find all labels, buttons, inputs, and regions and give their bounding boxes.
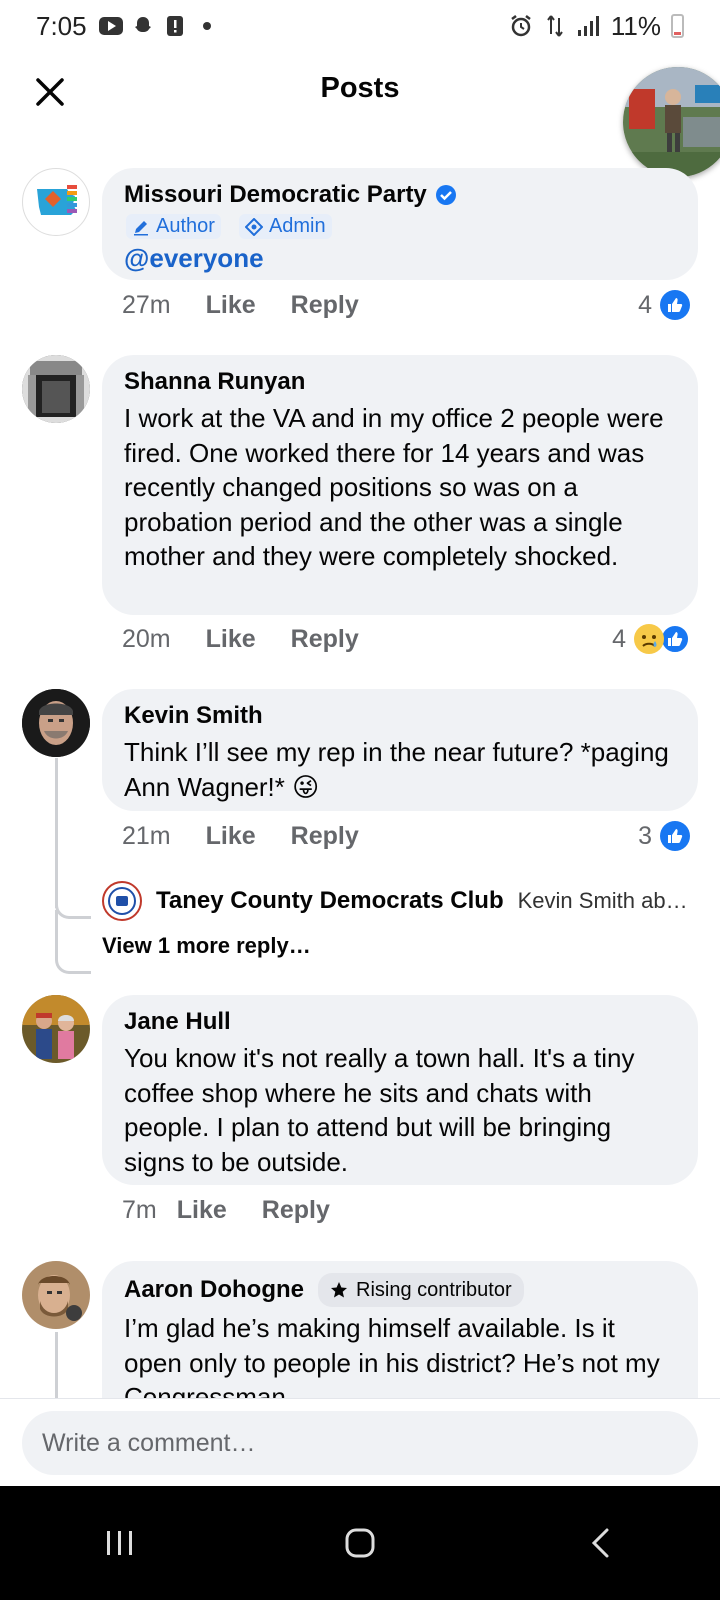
avatar[interactable] (22, 1261, 90, 1329)
reaction-count: 4 (612, 624, 626, 653)
comment-text[interactable]: @everyone (124, 243, 676, 274)
like-button[interactable]: Like (206, 822, 256, 851)
comment-time[interactable]: 20m (122, 625, 171, 654)
header: Posts (0, 52, 720, 177)
reply-author: Taney County Democrats Club (156, 887, 504, 914)
badge-label: Rising contributor (356, 1279, 512, 1301)
comment-text: Think I’ll see my rep in the near future… (124, 737, 669, 802)
reaction-summary[interactable]: 4 (638, 290, 690, 320)
status-bar: 7:05 11% (0, 0, 720, 52)
sad-reaction-icon (634, 624, 664, 654)
like-button[interactable]: Like (206, 291, 256, 320)
dot-icon (195, 15, 219, 37)
comment-author-row: Shanna Runyan (124, 367, 676, 397)
reply-snippet: Kevin Smith abou… (517, 888, 698, 913)
alert-icon (163, 15, 187, 37)
comment-author-row: Aaron Dohogne Rising contributor (124, 1273, 676, 1307)
back-button[interactable] (560, 1513, 640, 1573)
like-button[interactable]: Like (177, 1196, 227, 1225)
snapchat-icon (131, 15, 155, 37)
recent-apps-icon (107, 1531, 132, 1555)
home-icon (345, 1528, 375, 1558)
reply-preview[interactable]: Taney County Democrats Club Kevin Smith … (102, 880, 698, 922)
comment-author[interactable]: Kevin Smith (124, 701, 263, 731)
comment-bubble: Aaron Dohogne Rising contributor I’m gla… (102, 1261, 698, 1398)
alarm-icon (509, 15, 533, 37)
comment-composer-bar (0, 1398, 720, 1486)
like-reaction-icon (660, 624, 690, 654)
battery-icon (671, 14, 684, 38)
reply-button[interactable]: Reply (291, 822, 359, 851)
avatar[interactable] (22, 995, 90, 1063)
avatar[interactable] (22, 689, 90, 757)
reaction-summary[interactable]: 4 (612, 624, 690, 654)
thread-line (55, 758, 58, 908)
comment-author-row: Missouri Democratic Party (124, 180, 676, 210)
youtube-icon (98, 15, 123, 37)
comment-actions: 7m Like Reply (122, 1193, 690, 1227)
comment-author[interactable]: Jane Hull (124, 1007, 231, 1037)
comment-composer[interactable] (22, 1411, 698, 1475)
comment-author-row: Jane Hull (124, 1007, 676, 1037)
back-icon (591, 1528, 609, 1558)
avatar[interactable] (22, 168, 90, 236)
author-badge-label: Author (156, 215, 215, 237)
status-time: 7:05 (36, 10, 87, 41)
pencil-icon (134, 220, 148, 235)
comment-actions: 21m Like Reply 3 (122, 819, 690, 853)
reply-button[interactable]: Reply (262, 1196, 330, 1225)
comment-item: Aaron Dohogne Rising contributor I’m gla… (0, 1261, 720, 1398)
view-more-replies-link[interactable]: View 1 more reply… (102, 933, 311, 959)
comment-actions: 20m Like Reply 4 (122, 622, 690, 656)
comment-actions: 27m Like Reply 4 (122, 288, 690, 322)
comment-time[interactable]: 7m (122, 1196, 157, 1225)
reaction-count: 3 (638, 821, 652, 850)
comment-bubble: Kevin Smith Think I’ll see my rep in the… (102, 689, 698, 811)
comment-time[interactable]: 21m (122, 822, 171, 851)
thread-connector (55, 910, 91, 974)
like-reaction-icon (660, 290, 690, 320)
reply-avatar (102, 881, 142, 921)
home-button[interactable] (320, 1513, 400, 1573)
star-icon (331, 1282, 347, 1298)
signal-icon (577, 15, 601, 37)
like-reaction-icon (660, 821, 690, 851)
comment-author[interactable]: Missouri Democratic Party (124, 180, 427, 210)
avatar[interactable] (22, 355, 90, 423)
recent-apps-button[interactable] (80, 1513, 160, 1573)
admin-badge: Admin (238, 214, 332, 239)
reaction-summary[interactable]: 3 (638, 821, 690, 851)
comment-text: You know it's not really a town hall. It… (124, 1043, 635, 1177)
system-navigation-bar (0, 1486, 720, 1600)
author-badge: Author (126, 214, 221, 239)
comment-text: I’m glad he’s making himself available. … (124, 1313, 660, 1398)
rising-contributor-badge: Rising contributor (318, 1273, 524, 1307)
comment-bubble: Shanna Runyan I work at the VA and in my… (102, 355, 698, 615)
comment-author-row: Kevin Smith (124, 701, 676, 731)
comment-text: I work at the VA and in my office 2 peop… (124, 403, 664, 571)
verified-badge-icon (435, 185, 456, 205)
comment-time[interactable]: 27m (122, 291, 171, 320)
page-title: Posts (320, 72, 400, 104)
shield-diamond-icon (244, 217, 263, 236)
like-button[interactable]: Like (206, 625, 256, 654)
role-badges: Author Admin (126, 214, 676, 239)
reaction-count: 4 (638, 290, 652, 319)
comment-author[interactable]: Aaron Dohogne (124, 1275, 304, 1305)
comment-bubble: Missouri Democratic Party Author Admin @… (102, 168, 698, 280)
battery-percent: 11% (610, 10, 661, 41)
data-transfer-icon (543, 15, 567, 37)
comment-bubble: Jane Hull You know it's not really a tow… (102, 995, 698, 1185)
reply-button[interactable]: Reply (291, 625, 359, 654)
reply-button[interactable]: Reply (291, 291, 359, 320)
floating-profile-avatar[interactable] (623, 67, 720, 177)
comment-author[interactable]: Shanna Runyan (124, 367, 305, 397)
admin-badge-label: Admin (268, 215, 326, 237)
comment-input[interactable] (42, 1428, 698, 1458)
